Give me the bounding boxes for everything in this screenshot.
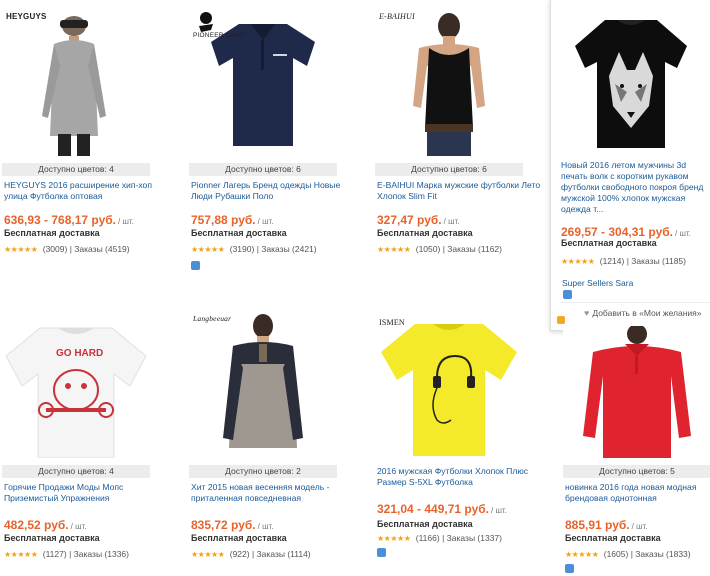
brand-logo: E-BAIHUI: [379, 12, 415, 21]
product-price: 269,57 - 304,31 руб. / шт.: [561, 225, 691, 239]
product-image[interactable]: Langbeeuar: [189, 308, 337, 458]
orders-count[interactable]: Заказы (1337): [447, 533, 502, 543]
colors-available: Доступно цветов: 2: [189, 465, 337, 478]
product-image[interactable]: HEYGUYS: [2, 6, 150, 156]
colors-available: Доступно цветов: 5: [563, 465, 710, 478]
orders-count[interactable]: Заказы (1185): [631, 256, 686, 266]
seller-badge-icon: [563, 290, 572, 299]
colors-available: Доступно цветов: 4: [2, 465, 150, 478]
rating-orders: ★★★★★ (922) | Заказы (1114): [191, 549, 311, 559]
rating-orders: ★★★★★ (1605) | Заказы (1833): [565, 549, 691, 559]
orders-count[interactable]: Заказы (4519): [74, 244, 129, 254]
product-title[interactable]: Хит 2015 новая весенняя модель - притале…: [191, 482, 356, 504]
product-image[interactable]: PIONEER CAMP: [189, 6, 337, 156]
rating-stars: ★★★★★: [565, 550, 599, 559]
seller-badge-icon: [191, 261, 200, 270]
rating-stars: ★★★★★: [191, 245, 225, 254]
product-image[interactable]: [563, 326, 710, 458]
rating-stars: ★★★★★: [4, 550, 38, 559]
product-title[interactable]: новинка 2016 года новая модная брендовая…: [565, 482, 710, 504]
free-shipping: Бесплатная доставка: [377, 228, 473, 238]
heart-icon: ♥: [584, 308, 590, 318]
colors-available: Доступно цветов: 4: [2, 163, 150, 176]
rating-orders: ★★★★★ (3009) | Заказы (4519): [4, 244, 130, 254]
product-title[interactable]: Горячие Продажи Моды Мопс Приземистый Уп…: [4, 482, 169, 504]
product-price: 835,72 руб. / шт.: [191, 518, 274, 532]
brand-logo: HEYGUYS: [6, 12, 47, 21]
rating-stars: ★★★★★: [377, 245, 411, 254]
rating-orders: ★★★★★ (1050) | Заказы (1162): [377, 244, 502, 254]
product-title[interactable]: E-BAIHUI Марка мужские футболки Лето Хло…: [377, 180, 542, 202]
review-count[interactable]: (3009): [43, 244, 68, 254]
product-price: 327,47 руб. / шт.: [377, 213, 460, 227]
review-count[interactable]: (3190): [230, 244, 255, 254]
free-shipping: Бесплатная доставка: [191, 228, 287, 238]
product-title[interactable]: HEYGUYS 2016 расширение хип-хоп улица Фу…: [4, 180, 169, 202]
rating-orders: ★★★★★ (3190) | Заказы (2421): [191, 244, 317, 254]
shirt-print-text: GO HARD: [56, 348, 104, 359]
seller-link[interactable]: Super Sellers Sara: [562, 278, 633, 288]
review-count[interactable]: (1050): [416, 244, 441, 254]
rating-orders: ★★★★★ (1166) | Заказы (1337): [377, 533, 502, 543]
brand-logo: ISMEN: [379, 318, 405, 327]
store-icon: [557, 316, 565, 324]
review-count[interactable]: (1127): [43, 549, 67, 559]
review-count[interactable]: (1214): [600, 256, 625, 266]
orders-count[interactable]: Заказы (1162): [447, 244, 502, 254]
rating-stars: ★★★★★: [377, 534, 411, 543]
product-price: 636,93 - 768,17 руб. / шт.: [4, 213, 134, 227]
brand-logo: PIONEER CAMP: [193, 32, 246, 39]
review-count[interactable]: (1605): [604, 549, 629, 559]
add-to-wishlist[interactable]: ♥ Добавить в «Мои желания»: [584, 308, 701, 318]
product-title[interactable]: 2016 мужская Футболки Хлопок Плюс Размер…: [377, 466, 542, 488]
seller-badge-icon: [377, 548, 386, 557]
orders-count[interactable]: Заказы (1336): [74, 549, 129, 559]
rating-stars: ★★★★★: [561, 257, 595, 266]
product-price: 482,52 руб. / шт.: [4, 518, 87, 532]
seller-badge-icon: [565, 564, 574, 573]
rating-orders: ★★★★★ (1214) | Заказы (1185): [561, 256, 686, 266]
colors-available: Доступно цветов: 6: [375, 163, 523, 176]
free-shipping: Бесплатная доставка: [561, 238, 657, 248]
product-price: 757,88 руб. / шт.: [191, 213, 274, 227]
colors-available: Доступно цветов: 6: [189, 163, 337, 176]
orders-count[interactable]: Заказы (2421): [261, 244, 316, 254]
product-title[interactable]: Новый 2016 летом мужчины 3d печать волк …: [561, 160, 706, 215]
rating-stars: ★★★★★: [4, 245, 38, 254]
free-shipping: Бесплатная доставка: [191, 533, 287, 543]
product-card-hovered[interactable]: Новый 2016 летом мужчины 3d печать волк …: [550, 0, 710, 331]
rating-stars: ★★★★★: [191, 550, 225, 559]
free-shipping: Бесплатная доставка: [4, 533, 100, 543]
free-shipping: Бесплатная доставка: [377, 519, 473, 529]
free-shipping: Бесплатная доставка: [4, 228, 100, 238]
divider: [561, 302, 710, 303]
product-image[interactable]: ISMEN: [375, 308, 523, 458]
brand-logo: Langbeeuar: [193, 314, 232, 323]
product-title[interactable]: Pionner Лагерь Бренд одежды Новые Люди Р…: [191, 180, 356, 202]
orders-count[interactable]: Заказы (1114): [257, 549, 311, 559]
review-count[interactable]: (922): [230, 549, 250, 559]
rating-orders: ★★★★★ (1127) | Заказы (1336): [4, 549, 129, 559]
review-count[interactable]: (1166): [416, 533, 440, 543]
free-shipping: Бесплатная доставка: [565, 533, 661, 543]
product-image[interactable]: [561, 6, 701, 154]
product-price: 885,91 руб. / шт.: [565, 518, 648, 532]
product-image[interactable]: E-BAIHUI: [375, 6, 523, 156]
product-image[interactable]: GO HARD: [2, 308, 150, 458]
orders-count[interactable]: Заказы (1833): [635, 549, 690, 559]
product-price: 321,04 - 449,71 руб. / шт.: [377, 502, 507, 516]
